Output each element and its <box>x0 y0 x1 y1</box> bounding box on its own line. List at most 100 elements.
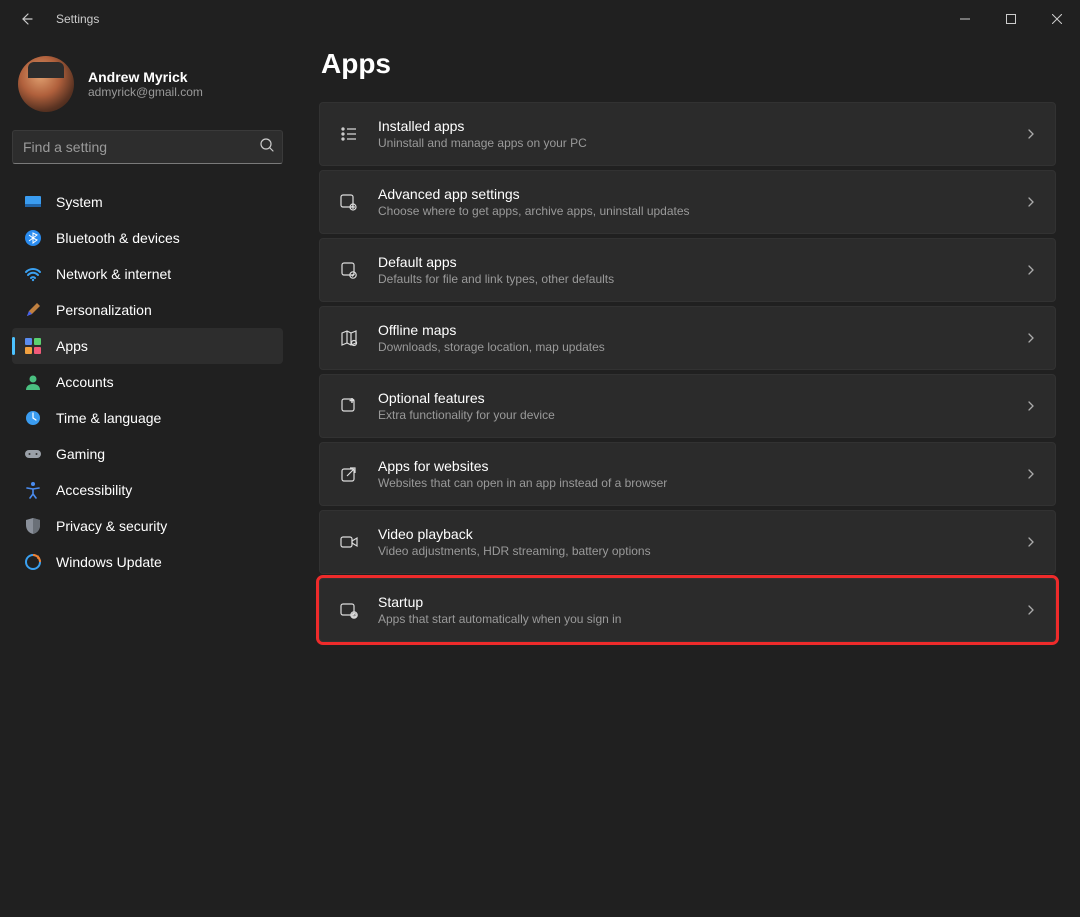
minimize-icon <box>960 14 970 24</box>
sidebar-item-label: Bluetooth & devices <box>56 230 180 246</box>
profile-section[interactable]: Andrew Myrick admyrick@gmail.com <box>12 48 283 130</box>
page-title: Apps <box>321 48 1056 80</box>
card-desc: Defaults for file and link types, other … <box>378 272 614 286</box>
card-desc: Downloads, storage location, map updates <box>378 340 605 354</box>
chevron-right-icon <box>1025 604 1037 616</box>
sidebar-item-label: Gaming <box>56 446 105 462</box>
sidebar-item-apps[interactable]: Apps <box>12 328 283 364</box>
card-desc: Extra functionality for your device <box>378 408 555 422</box>
wifi-icon <box>24 265 42 283</box>
sidebar-item-accessibility[interactable]: Accessibility <box>12 472 283 508</box>
window-title: Settings <box>56 12 99 26</box>
card-text: Startup Apps that start automatically wh… <box>378 594 621 626</box>
sidebar-item-label: Privacy & security <box>56 518 167 534</box>
shield-icon <box>24 517 42 535</box>
open-external-icon <box>338 463 360 485</box>
close-icon <box>1052 14 1062 24</box>
search-input[interactable] <box>12 130 283 164</box>
profile-email: admyrick@gmail.com <box>88 85 203 99</box>
card-advanced-app-settings[interactable]: Advanced app settings Choose where to ge… <box>319 170 1056 234</box>
settings-card-list: Installed apps Uninstall and manage apps… <box>319 102 1056 642</box>
sidebar-item-label: Accounts <box>56 374 114 390</box>
sidebar-item-windows-update[interactable]: Windows Update <box>12 544 283 580</box>
gamepad-icon <box>24 445 42 463</box>
card-title: Startup <box>378 594 621 610</box>
card-offline-maps[interactable]: Offline maps Downloads, storage location… <box>319 306 1056 370</box>
card-desc: Apps that start automatically when you s… <box>378 612 621 626</box>
window-controls <box>942 0 1080 38</box>
card-desc: Video adjustments, HDR streaming, batter… <box>378 544 651 558</box>
bluetooth-icon <box>24 229 42 247</box>
card-installed-apps[interactable]: Installed apps Uninstall and manage apps… <box>319 102 1056 166</box>
video-icon <box>338 531 360 553</box>
card-text: Apps for websites Websites that can open… <box>378 458 667 490</box>
minimize-button[interactable] <box>942 0 988 38</box>
card-title: Apps for websites <box>378 458 667 474</box>
profile-text: Andrew Myrick admyrick@gmail.com <box>88 69 203 99</box>
card-default-apps[interactable]: Default apps Defaults for file and link … <box>319 238 1056 302</box>
avatar <box>18 56 74 112</box>
card-desc: Choose where to get apps, archive apps, … <box>378 204 690 218</box>
chevron-right-icon <box>1025 128 1037 140</box>
installed-apps-icon <box>338 123 360 145</box>
back-arrow-icon <box>18 11 34 27</box>
apps-icon <box>24 337 42 355</box>
sidebar-item-privacy[interactable]: Privacy & security <box>12 508 283 544</box>
account-icon <box>24 373 42 391</box>
maximize-button[interactable] <box>988 0 1034 38</box>
sidebar-item-label: Network & internet <box>56 266 171 282</box>
sidebar-item-accounts[interactable]: Accounts <box>12 364 283 400</box>
sidebar-item-network[interactable]: Network & internet <box>12 256 283 292</box>
card-optional-features[interactable]: Optional features Extra functionality fo… <box>319 374 1056 438</box>
startup-icon <box>338 599 360 621</box>
map-icon <box>338 327 360 349</box>
clock-globe-icon <box>24 409 42 427</box>
card-text: Video playback Video adjustments, HDR st… <box>378 526 651 558</box>
sidebar-item-system[interactable]: System <box>12 184 283 220</box>
sidebar-nav: System Bluetooth & devices Network & int… <box>12 184 283 580</box>
main-content: Apps Installed apps Uninstall and manage… <box>295 38 1080 917</box>
paintbrush-icon <box>24 301 42 319</box>
chevron-right-icon <box>1025 468 1037 480</box>
chevron-right-icon <box>1025 332 1037 344</box>
sidebar-item-label: Accessibility <box>56 482 132 498</box>
system-icon <box>24 193 42 211</box>
chevron-right-icon <box>1025 536 1037 548</box>
sidebar-item-label: System <box>56 194 103 210</box>
sidebar-item-label: Windows Update <box>56 554 162 570</box>
sidebar-item-label: Personalization <box>56 302 152 318</box>
chevron-right-icon <box>1025 196 1037 208</box>
card-text: Installed apps Uninstall and manage apps… <box>378 118 587 150</box>
maximize-icon <box>1006 14 1016 24</box>
chevron-right-icon <box>1025 264 1037 276</box>
card-title: Video playback <box>378 526 651 542</box>
sidebar: Andrew Myrick admyrick@gmail.com System … <box>0 38 295 917</box>
update-icon <box>24 553 42 571</box>
optional-features-icon <box>338 395 360 417</box>
sidebar-item-time-language[interactable]: Time & language <box>12 400 283 436</box>
card-title: Optional features <box>378 390 555 406</box>
accessibility-icon <box>24 481 42 499</box>
card-text: Offline maps Downloads, storage location… <box>378 322 605 354</box>
card-title: Advanced app settings <box>378 186 690 202</box>
back-button[interactable] <box>10 3 42 35</box>
advanced-settings-icon <box>338 191 360 213</box>
search-wrap <box>12 130 283 164</box>
sidebar-item-gaming[interactable]: Gaming <box>12 436 283 472</box>
chevron-right-icon <box>1025 400 1037 412</box>
sidebar-item-label: Apps <box>56 338 88 354</box>
sidebar-item-bluetooth[interactable]: Bluetooth & devices <box>12 220 283 256</box>
default-apps-icon <box>338 259 360 281</box>
search-icon <box>259 137 275 153</box>
card-title: Installed apps <box>378 118 587 134</box>
sidebar-item-personalization[interactable]: Personalization <box>12 292 283 328</box>
card-startup[interactable]: Startup Apps that start automatically wh… <box>319 578 1056 642</box>
card-desc: Websites that can open in an app instead… <box>378 476 667 490</box>
profile-name: Andrew Myrick <box>88 69 203 85</box>
card-desc: Uninstall and manage apps on your PC <box>378 136 587 150</box>
close-button[interactable] <box>1034 0 1080 38</box>
card-apps-for-websites[interactable]: Apps for websites Websites that can open… <box>319 442 1056 506</box>
titlebar: Settings <box>0 0 1080 38</box>
card-title: Default apps <box>378 254 614 270</box>
card-video-playback[interactable]: Video playback Video adjustments, HDR st… <box>319 510 1056 574</box>
